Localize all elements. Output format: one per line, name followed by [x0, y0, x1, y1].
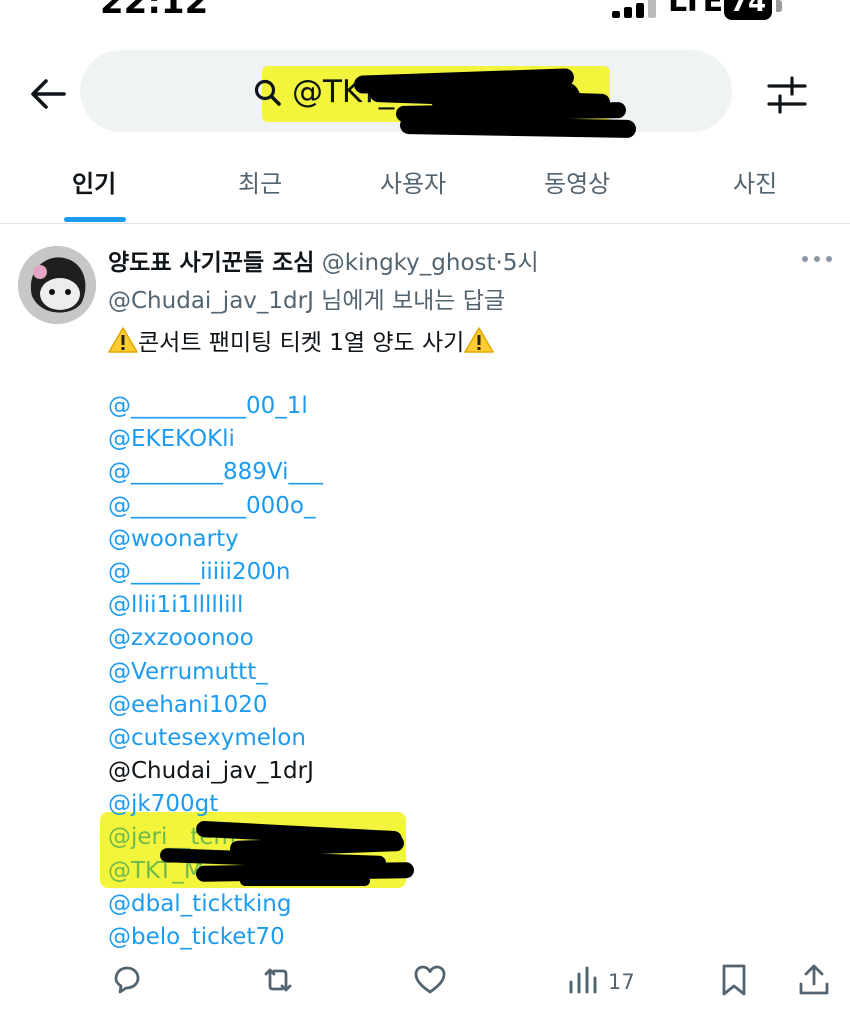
signal-icon: [612, 0, 660, 20]
mention-link[interactable]: @jk700gt: [108, 788, 323, 821]
search-icon: [253, 78, 283, 108]
retweet-button[interactable]: [260, 962, 296, 1006]
warning-icon: [464, 327, 495, 353]
network-label: LTE: [668, 0, 724, 19]
mention-link[interactable]: @woonarty: [108, 523, 323, 556]
tab-videos[interactable]: 동영상: [544, 164, 610, 199]
mention-link[interactable]: @dbal_ticktking: [108, 888, 323, 921]
mention-link[interactable]: @Verrumuttt_: [108, 656, 323, 689]
tweet-headline: 콘서트 팬미팅 티켓 1열 양도 사기: [108, 323, 495, 357]
views-button[interactable]: [566, 962, 602, 1006]
tab-photos[interactable]: 사진: [733, 164, 777, 199]
mention-link[interactable]: @__________00_1l: [108, 390, 323, 423]
share-icon: [799, 964, 829, 995]
search-tabs: 인기 최근 사용자 동영상 사진: [0, 150, 850, 224]
share-button[interactable]: [796, 962, 832, 1006]
reply-to-handle[interactable]: @Chudai_jav_1drJ: [108, 288, 314, 314]
author-handle[interactable]: @kingky_ghost: [322, 250, 496, 276]
back-arrow-icon: [31, 79, 66, 109]
warning-icon: [108, 327, 138, 353]
headline-text: 콘서트 팬미팅 티켓 1열 양도 사기: [138, 330, 465, 356]
like-icon: [414, 965, 446, 994]
battery-tip: [776, 0, 782, 12]
mention-link[interactable]: @zxzooonoo: [108, 622, 323, 655]
tab-top[interactable]: 인기: [72, 164, 116, 199]
reply-button[interactable]: [108, 962, 144, 1006]
battery-icon: 74: [724, 0, 772, 20]
bookmark-icon: [722, 964, 746, 996]
mention-link[interactable]: @______iiiii200n: [108, 556, 323, 589]
mention-link[interactable]: @cutesexymelon: [108, 722, 323, 755]
mention-link[interactable]: @llii1i1lllllill: [108, 589, 323, 622]
tab-latest[interactable]: 최근: [238, 164, 282, 199]
avatar[interactable]: [18, 246, 96, 324]
more-icon: [802, 256, 808, 262]
bookmark-button[interactable]: [716, 962, 752, 1006]
active-tab-indicator: [64, 217, 126, 222]
author-name[interactable]: 양도표 사기꾼들 조심: [108, 250, 314, 276]
reply-icon: [114, 966, 140, 994]
more-button[interactable]: [800, 254, 834, 264]
reply-suffix: 님에게 보내는 답글: [313, 288, 506, 314]
reply-context: @Chudai_jav_1drJ 님에게 보내는 답글: [108, 281, 505, 315]
separator-dot: ·: [495, 250, 503, 276]
status-time: 22:12: [100, 0, 209, 22]
mention-link[interactable]: @eehani1020: [108, 689, 323, 722]
mention-text: @Chudai_jav_1drJ: [108, 758, 314, 785]
tweet-time[interactable]: 5시: [503, 250, 539, 276]
like-button[interactable]: [412, 962, 448, 1006]
retweet-icon: [264, 968, 292, 992]
views-icon: [569, 966, 597, 994]
filter-button[interactable]: [762, 70, 812, 120]
back-button[interactable]: [24, 70, 72, 118]
view-count: 17: [608, 970, 635, 994]
tab-people[interactable]: 사용자: [380, 164, 446, 199]
status-bar: 22:12 LTE 74: [0, 0, 850, 30]
filter-icon: [767, 76, 807, 114]
mention-link[interactable]: @________889Vi___: [108, 456, 323, 489]
tweet-header: 양도표 사기꾼들 조심 @kingky_ghost·5시: [108, 243, 539, 277]
mention-link[interactable]: @belo_ticket70: [108, 921, 323, 954]
mention-link[interactable]: @EKEKOKli: [108, 423, 323, 456]
mention-link[interactable]: @__________000o_: [108, 490, 323, 523]
